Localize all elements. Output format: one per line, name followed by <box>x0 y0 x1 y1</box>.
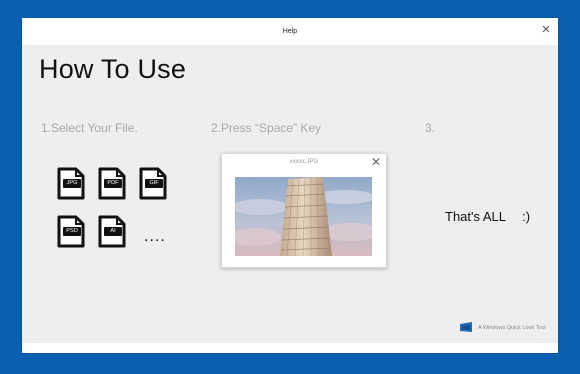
file-type-label: PDF <box>104 179 122 188</box>
page-title: How To Use <box>39 54 187 84</box>
file-type-label: PSD <box>63 227 81 236</box>
done-text: That's ALL :) <box>445 209 531 224</box>
file-type-label: JPG <box>63 179 81 188</box>
ai-file-icon: AI <box>98 215 126 248</box>
footer-text: A Windows Quick Look Tool <box>478 325 546 331</box>
pdf-file-icon: PDF <box>98 167 126 200</box>
file-type-label: AI <box>104 227 122 236</box>
preview-filename: xxxxx.JPG <box>289 159 319 165</box>
file-type-label: GIF <box>145 179 163 188</box>
preview-window: xxxxx.JPG ✕ <box>221 153 387 268</box>
bottom-strip <box>22 343 558 353</box>
preview-close-icon[interactable]: ✕ <box>371 156 381 168</box>
gif-file-icon: GIF <box>139 167 167 200</box>
file-type-icons: JPG PDF GIF PSD AI <box>57 167 197 257</box>
close-icon[interactable]: ✕ <box>540 24 552 36</box>
more-file-types: .... <box>144 228 166 245</box>
step-3-label: 3. <box>425 121 436 135</box>
psd-file-icon: PSD <box>57 215 85 248</box>
app-logo-icon <box>460 319 472 337</box>
window-title: Help <box>282 28 298 35</box>
help-window: Help ✕ How To Use 1.Select Your File. 2.… <box>22 18 558 353</box>
step-1-label: 1.Select Your File. <box>41 121 138 135</box>
jpg-file-icon: JPG <box>57 167 85 200</box>
step-2-label: 2.Press “Space” Key <box>211 121 322 135</box>
title-bar[interactable]: Help ✕ <box>22 18 558 45</box>
footer: A Windows Quick Look Tool <box>460 319 546 337</box>
preview-photo <box>235 177 372 256</box>
